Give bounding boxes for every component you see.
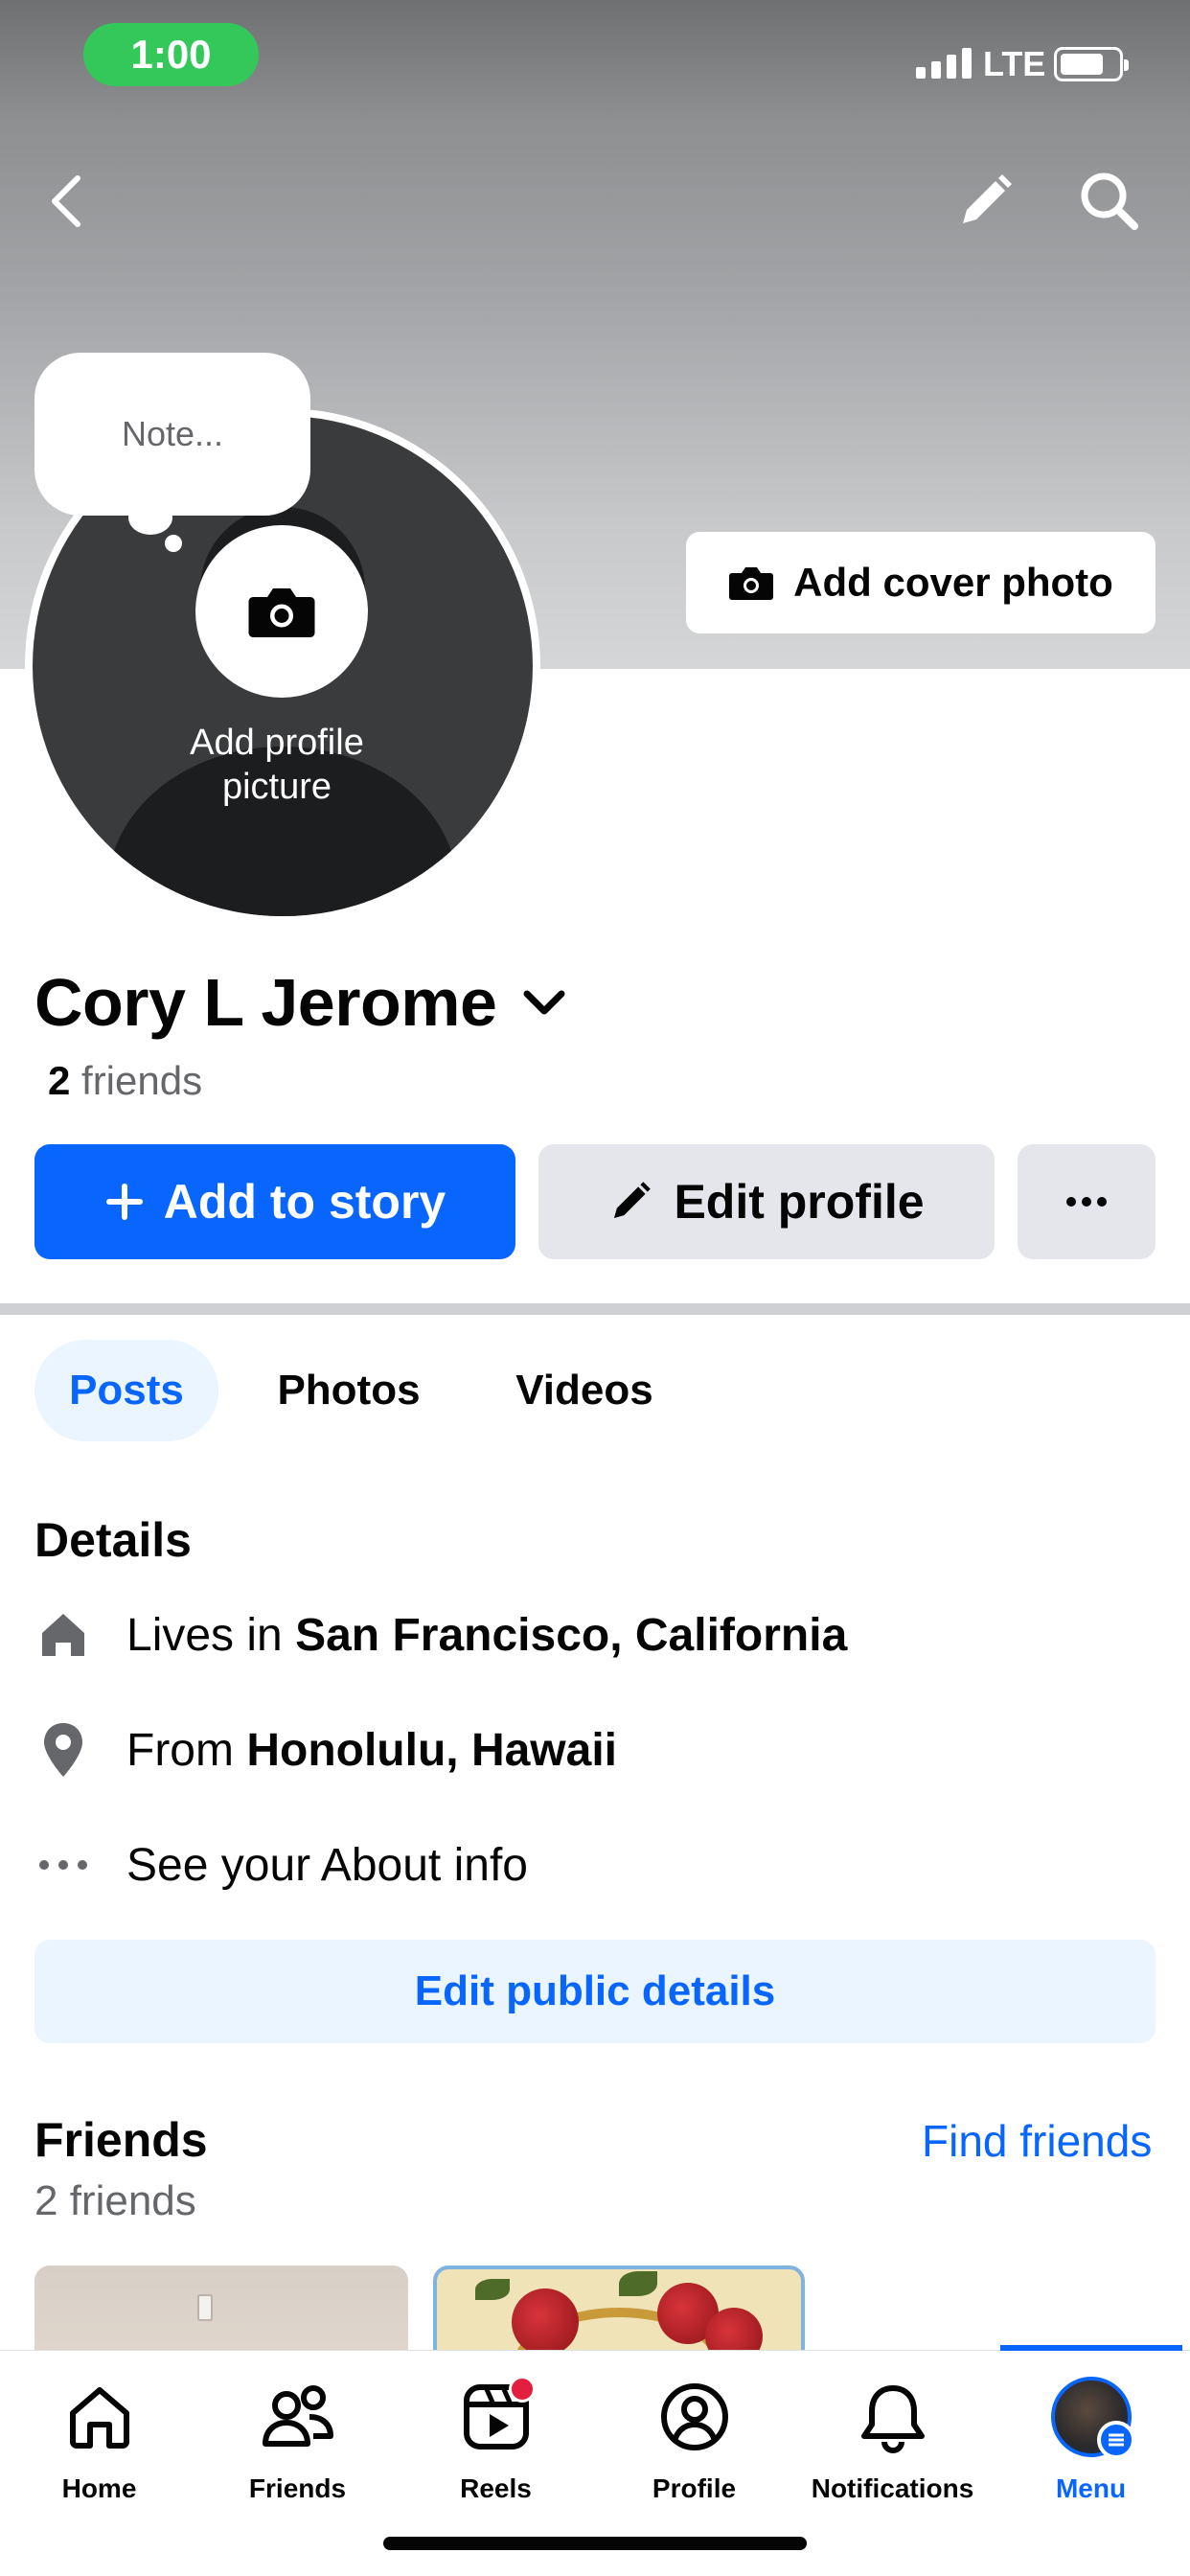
home-icon	[42, 1614, 84, 1656]
pencil-icon	[963, 174, 1012, 223]
active-tab-indicator	[1000, 2345, 1182, 2351]
camera-icon	[248, 588, 315, 637]
chevron-down-icon	[523, 990, 565, 1015]
note-placeholder: Note...	[121, 414, 224, 453]
nav-friends[interactable]: Friends	[198, 2374, 397, 2508]
note-bubble-tail-small	[165, 535, 182, 552]
friends-subtitle: 2 friends	[34, 2177, 196, 2224]
detail-from: From Honolulu, Hawaii	[34, 1712, 617, 1788]
tab-videos[interactable]: Videos	[489, 1340, 680, 1441]
nav-notifications[interactable]: Notifications	[793, 2374, 992, 2508]
signal-icon	[916, 48, 972, 79]
menu-avatar	[1050, 2377, 1135, 2459]
status-bar: 1:00 LTE	[0, 0, 1190, 115]
profile-name-row[interactable]: Cory L Jerome	[34, 964, 567, 1041]
friend-card-photo[interactable]	[433, 2266, 805, 2361]
friend-photo-leaf	[475, 2279, 510, 2300]
from-prefix: From	[126, 1724, 234, 1776]
reels-notification-dot	[508, 2376, 536, 2403]
profile-name: Cory L Jerome	[34, 965, 497, 1040]
friend-photo-leaf	[619, 2271, 657, 2296]
see-about-label: See your About info	[126, 1839, 528, 1891]
search-button[interactable]	[1071, 163, 1148, 240]
friends-count-label: friends	[81, 1058, 203, 1103]
edit-profile-label: Edit profile	[674, 1175, 925, 1229]
more-options-button[interactable]	[1018, 1144, 1156, 1259]
tab-posts[interactable]: Posts	[34, 1340, 218, 1441]
add-cover-photo-button[interactable]: Add cover photo	[686, 532, 1156, 633]
home-icon	[69, 2387, 129, 2449]
tab-photos[interactable]: Photos	[255, 1340, 443, 1441]
add-profile-picture-button[interactable]	[195, 525, 368, 698]
from-value: Honolulu, Hawaii	[246, 1724, 617, 1776]
friends-heading: Friends	[34, 2113, 208, 2167]
nav-profile[interactable]: Profile	[595, 2374, 793, 2508]
add-cover-photo-label: Add cover photo	[793, 560, 1113, 605]
chevron-left-icon	[52, 175, 80, 227]
detail-lives-in: Lives in San Francisco, California	[34, 1597, 847, 1673]
profile-icon	[660, 2383, 728, 2450]
detail-see-about[interactable]: See your About info	[34, 1827, 528, 1903]
friends-count-number: 2	[48, 1058, 71, 1103]
home-indicator	[383, 2537, 807, 2550]
find-friends-link[interactable]: Find friends	[922, 2115, 1152, 2167]
camera-icon	[729, 567, 774, 600]
friends-count[interactable]: 2 friends	[48, 1058, 202, 1104]
note-bubble[interactable]: Note...	[34, 353, 310, 516]
nav-reels-label: Reels	[460, 2473, 532, 2503]
nav-home-label: Home	[61, 2473, 137, 2503]
location-pin-icon	[44, 1723, 82, 1777]
search-icon	[1081, 172, 1138, 230]
battery-icon	[1054, 47, 1129, 81]
more-dots-icon	[1066, 1197, 1107, 1207]
nav-reels[interactable]: Reels	[397, 2374, 595, 2508]
add-profile-picture-label: Add profile picture	[190, 723, 364, 807]
friend-photo-detail	[197, 2294, 213, 2321]
pencil-icon	[614, 1182, 652, 1219]
note-bubble-tail	[128, 500, 172, 535]
nav-home[interactable]: Home	[0, 2374, 198, 2508]
section-divider	[0, 1303, 1190, 1315]
nav-friends-label: Friends	[248, 2473, 347, 2503]
nav-notifications-label: Notifications	[811, 2473, 974, 2503]
friend-photo-rose	[512, 2288, 579, 2356]
edit-public-details-button[interactable]: Edit public details	[34, 1940, 1156, 2043]
add-to-story-button[interactable]: Add to story	[34, 1144, 515, 1259]
lives-in-value: San Francisco, California	[295, 1609, 848, 1661]
add-to-story-label: Add to story	[163, 1175, 446, 1229]
bell-icon	[860, 2385, 925, 2453]
back-button[interactable]	[29, 163, 105, 240]
edit-profile-button[interactable]: Edit profile	[538, 1144, 995, 1259]
bottom-nav: Home Friends Reels Profile Notifications	[0, 2345, 1190, 2576]
network-type: LTE	[983, 44, 1046, 83]
friend-card-photo[interactable]	[34, 2266, 408, 2361]
lives-in-prefix: Lives in	[126, 1609, 283, 1661]
more-dots-icon	[39, 1860, 87, 1870]
menu-badge-icon	[1096, 2421, 1135, 2459]
nav-menu[interactable]: Menu	[992, 2374, 1190, 2508]
friends-icon	[262, 2385, 333, 2447]
plus-icon	[105, 1184, 143, 1220]
nav-profile-label: Profile	[652, 2473, 737, 2503]
status-time: 1:00	[83, 23, 259, 86]
details-heading: Details	[34, 1513, 192, 1567]
edit-button[interactable]	[947, 163, 1023, 240]
nav-menu-label: Menu	[1055, 2473, 1127, 2503]
